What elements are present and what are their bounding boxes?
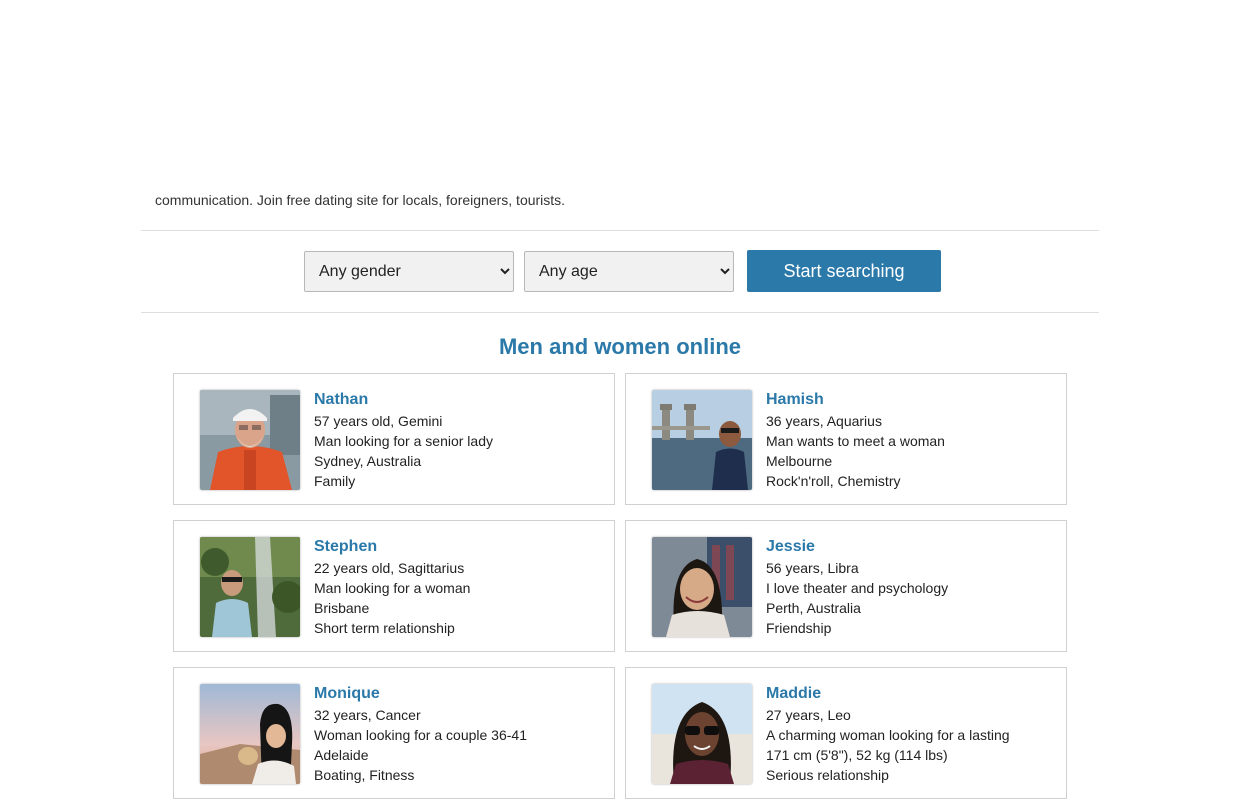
profile-photo-image (652, 684, 752, 784)
profile-name-link[interactable]: Hamish (766, 389, 1061, 411)
profile-looking-for: A charming woman looking for a lasting (766, 727, 1010, 743)
profile-age-sign: 32 years, Cancer (314, 707, 421, 723)
profile-photo[interactable] (200, 537, 300, 637)
profile-looking-for: Man looking for a senior lady (314, 433, 493, 449)
profile-photo[interactable] (200, 684, 300, 784)
profile-photo[interactable] (200, 390, 300, 490)
profile-info: Hamish 36 years, Aquarius Man wants to m… (766, 389, 1061, 491)
section-title: Men and women online (498, 334, 741, 359)
divider-top (141, 230, 1099, 231)
profile-location: 171 cm (5'8"), 52 kg (114 lbs) (766, 747, 948, 763)
profile-name-link[interactable]: Jessie (766, 536, 1061, 558)
profile-age-sign: 57 years old, Gemini (314, 413, 443, 429)
profile-card-stephen[interactable]: Stephen 22 years old, Sagittarius Man lo… (173, 520, 615, 652)
profile-looking-for: Man looking for a woman (314, 580, 471, 596)
profile-photo-image (652, 390, 752, 490)
profile-location: Perth, Australia (766, 600, 861, 616)
profile-interests: Rock'n'roll, Chemistry (766, 473, 901, 489)
intro-text-line: communication. Join free dating site for… (155, 192, 566, 208)
profile-looking-for: Man wants to meet a woman (766, 433, 945, 449)
profile-info: Monique 32 years, Cancer Woman looking f… (314, 683, 609, 785)
search-form: Any gender Any age Start searching (0, 250, 1240, 292)
profile-card-monique[interactable]: Monique 32 years, Cancer Woman looking f… (173, 667, 615, 799)
profile-photo[interactable] (652, 390, 752, 490)
profile-name-link[interactable]: Maddie (766, 683, 1061, 705)
profile-info: Stephen 22 years old, Sagittarius Man lo… (314, 536, 609, 638)
profile-age-sign: 36 years, Aquarius (766, 413, 882, 429)
profile-location: Adelaide (314, 747, 369, 763)
profile-age-sign: 27 years, Leo (766, 707, 851, 723)
profile-location: Melbourne (766, 453, 833, 469)
profile-interests: Boating, Fitness (314, 767, 415, 783)
profile-looking-for: I love theater and psychology (766, 580, 949, 596)
profile-card-jessie[interactable]: Jessie 56 years, Libra I love theater an… (625, 520, 1067, 652)
profile-name-link[interactable]: Stephen (314, 536, 609, 558)
profile-info: Maddie 27 years, Leo A charming woman lo… (766, 683, 1061, 785)
profile-age-sign: 22 years old, Sagittarius (314, 560, 465, 576)
profile-age-sign: 56 years, Libra (766, 560, 859, 576)
profile-interests: Friendship (766, 620, 832, 636)
gender-select[interactable]: Any gender (304, 251, 514, 292)
profile-interests: Family (314, 473, 356, 489)
start-searching-button[interactable]: Start searching (747, 250, 941, 292)
profile-photo-image (652, 537, 752, 637)
profile-photo[interactable] (652, 537, 752, 637)
profile-interests: Serious relationship (766, 767, 889, 783)
profile-card-maddie[interactable]: Maddie 27 years, Leo A charming woman lo… (625, 667, 1067, 799)
profile-name-link[interactable]: Monique (314, 683, 609, 705)
profile-location: Brisbane (314, 600, 370, 616)
profile-photo[interactable] (652, 684, 752, 784)
profile-photo-image (200, 684, 300, 784)
page: communication. Join free dating site for… (0, 0, 1240, 800)
profile-card-hamish[interactable]: Hamish 36 years, Aquarius Man wants to m… (625, 373, 1067, 505)
profile-name-link[interactable]: Nathan (314, 389, 609, 411)
profile-interests: Short term relationship (314, 620, 455, 636)
divider-bottom (141, 312, 1099, 313)
intro-text: communication. Join free dating site for… (155, 182, 1095, 208)
profile-looking-for: Woman looking for a couple 36-41 (314, 727, 527, 743)
profile-card-nathan[interactable]: Nathan 57 years old, Gemini Man looking … (173, 373, 615, 505)
profile-photo-image (200, 537, 300, 637)
age-select[interactable]: Any age (524, 251, 734, 292)
profile-location: Sydney, Australia (314, 453, 422, 469)
profile-info: Jessie 56 years, Libra I love theater an… (766, 536, 1061, 638)
profile-photo-image (200, 390, 300, 490)
profile-info: Nathan 57 years old, Gemini Man looking … (314, 389, 609, 491)
